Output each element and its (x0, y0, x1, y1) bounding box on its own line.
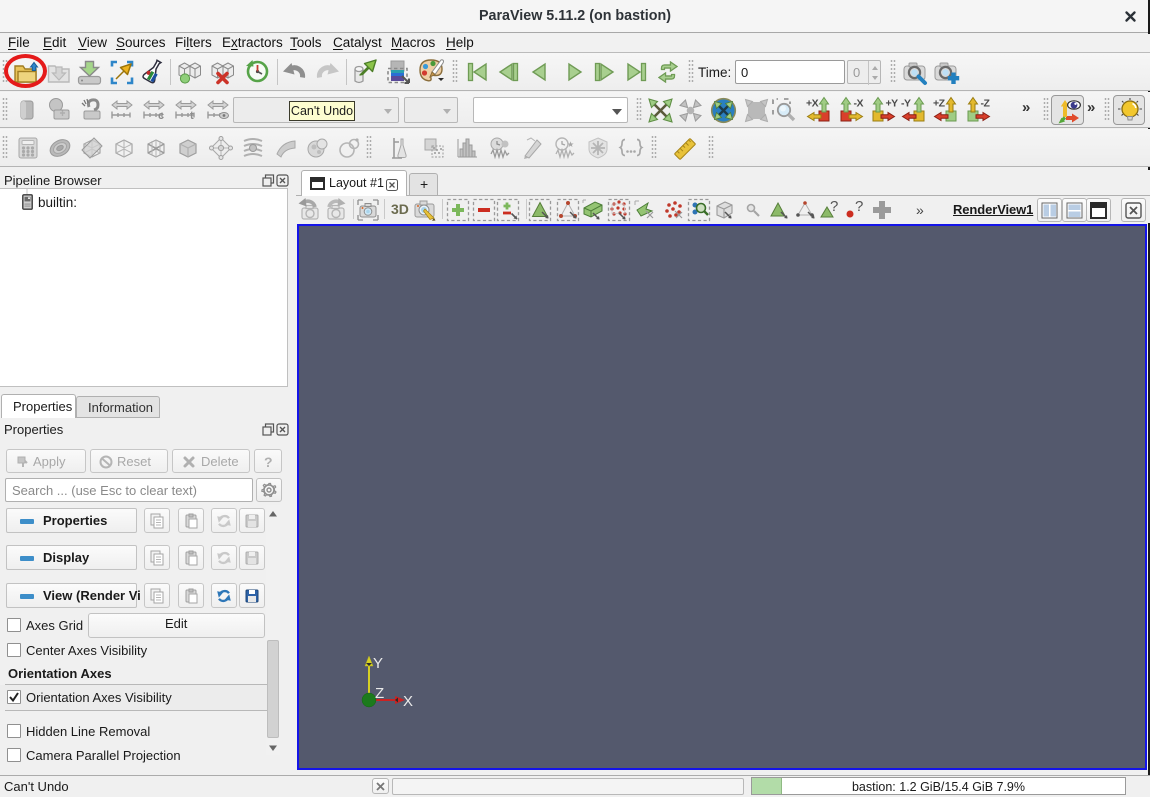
svg-text:+X: +X (806, 98, 819, 110)
svg-text:-X: -X (854, 98, 864, 110)
svg-text:Y: Y (373, 655, 383, 672)
svg-text:X: X (403, 693, 413, 710)
svg-text:-Z: -Z (981, 98, 991, 110)
svg-text:?: ? (855, 198, 863, 215)
svg-text:★: ★ (567, 140, 574, 149)
svg-text:Z: Z (375, 685, 384, 702)
svg-text:?: ? (830, 198, 838, 215)
svg-text:+Y: +Y (886, 98, 899, 110)
svg-text:-Y: -Y (901, 98, 911, 110)
svg-text:c: c (158, 110, 164, 122)
svg-text:+Z: +Z (933, 98, 946, 110)
svg-text:t: t (190, 110, 194, 122)
